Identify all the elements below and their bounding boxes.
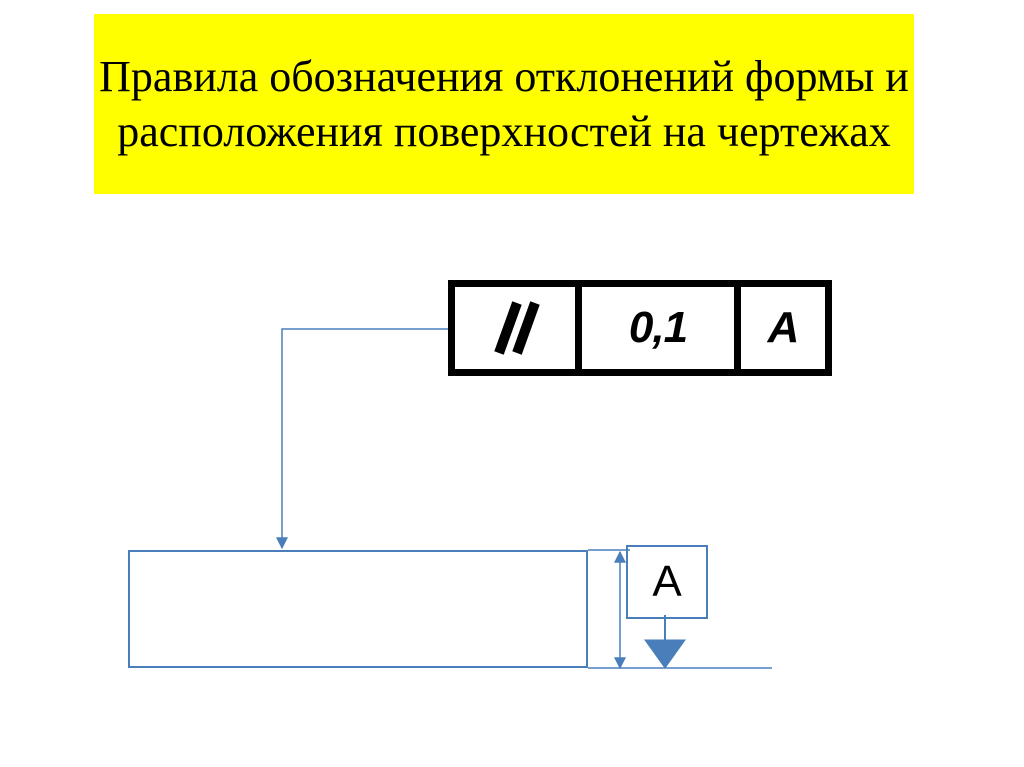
datum-label-box: А [626, 545, 708, 619]
part-outline [128, 550, 588, 668]
leader-line [282, 329, 448, 548]
fcf-datum-cell: А [741, 287, 825, 369]
datum-triangle-icon [645, 640, 685, 668]
title-banner: Правила обозначения отклонений формы и р… [94, 14, 914, 194]
slide-title: Правила обозначения отклонений формы и р… [94, 49, 914, 159]
datum-label-text: А [652, 557, 681, 607]
feature-control-frame: 0,1 А [448, 280, 832, 376]
parallelism-icon [487, 298, 543, 358]
fcf-symbol-cell [455, 287, 582, 369]
fcf-tolerance-cell: 0,1 [582, 287, 741, 369]
